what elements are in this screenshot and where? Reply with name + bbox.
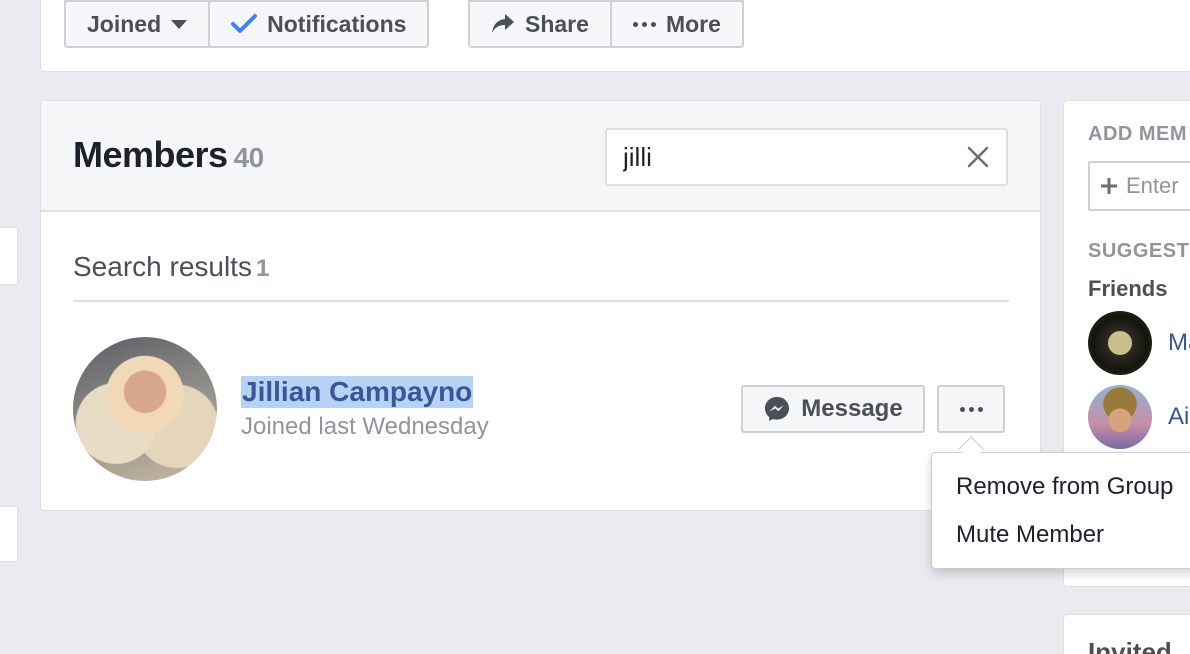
members-title-text: Members <box>73 134 228 175</box>
add-members-input[interactable]: Enter <box>1088 161 1190 211</box>
members-card: Members40 Search results1 Jillian Campay… <box>40 100 1041 511</box>
joined-label: Joined <box>87 10 162 37</box>
divider <box>73 300 1009 302</box>
left-panel-stub <box>0 506 18 562</box>
search-results-heading: Search results 1 <box>73 251 269 283</box>
invited-card: Invited <box>1063 614 1190 654</box>
share-button-group: Share More <box>468 0 744 48</box>
member-options-button[interactable] <box>937 385 1005 433</box>
more-button[interactable]: More <box>611 0 744 48</box>
search-results-count: 1 <box>255 255 270 282</box>
clear-search-icon[interactable] <box>966 145 990 169</box>
caret-down-icon <box>171 19 188 29</box>
mute-member-item[interactable]: Mute Member <box>956 521 1104 549</box>
add-members-heading: ADD MEM <box>1088 123 1188 145</box>
members-count: 40 <box>233 142 265 173</box>
member-options-menu: Remove from Group Mute Member <box>931 452 1190 569</box>
message-button[interactable]: Message <box>741 385 925 433</box>
joined-button[interactable]: Joined <box>64 0 211 48</box>
message-label: Message <box>801 395 903 422</box>
add-members-placeholder: Enter <box>1126 173 1179 198</box>
suggestion-avatar[interactable] <box>1088 311 1152 375</box>
membership-button-group: Joined Notifications <box>64 0 430 48</box>
member-joined-text: Joined last Wednesday <box>241 413 489 440</box>
notifications-label: Notifications <box>267 10 407 37</box>
plus-icon <box>1101 178 1117 194</box>
members-header: Members 40 <box>41 101 1040 212</box>
friends-label: Friends <box>1088 276 1168 301</box>
members-title: Members 40 <box>73 134 264 176</box>
member-name-link[interactable]: Jillian Campayno <box>241 376 474 408</box>
share-label: Share <box>525 10 589 37</box>
notifications-button[interactable]: Notifications <box>210 0 430 48</box>
more-dots-icon <box>632 21 656 27</box>
suggestion-name-link[interactable]: Ma <box>1168 329 1190 357</box>
checkmark-icon <box>231 14 258 33</box>
share-button[interactable]: Share <box>468 0 612 48</box>
member-search-box <box>605 128 1008 186</box>
left-panel-stub <box>0 227 18 285</box>
remove-from-group-item[interactable]: Remove from Group <box>956 473 1173 501</box>
share-arrow-icon <box>492 14 514 33</box>
suggestion-name-link[interactable]: Ai <box>1168 403 1189 431</box>
messenger-icon <box>765 397 790 421</box>
search-results-label: Search results <box>73 251 252 282</box>
more-label: More <box>665 10 721 37</box>
invited-heading: Invited <box>1088 637 1172 654</box>
suggested-heading: SUGGEST <box>1088 240 1190 262</box>
member-search-input[interactable] <box>623 141 966 173</box>
member-avatar[interactable] <box>73 337 217 481</box>
ellipsis-icon <box>959 406 983 412</box>
suggestion-avatar[interactable] <box>1088 385 1152 449</box>
